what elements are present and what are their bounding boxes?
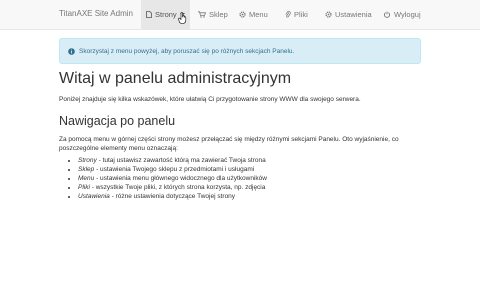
nav-item-wyloguj[interactable]: Wyloguj: [384, 0, 421, 29]
menu-explanation-list: Strony - tutaj ustawisz zawartość którą …: [59, 156, 267, 201]
list-item: Ustawienia - różne ustawienia dotyczące …: [78, 192, 267, 201]
gear-icon: [239, 11, 246, 18]
section-paragraph: Za pomocą menu w górnej części strony mo…: [59, 136, 399, 152]
nav-item-label: Sklep: [209, 10, 228, 19]
list-item-desc: - ustawienia menu głównego widocznego dl…: [94, 175, 267, 182]
settings-icon: [325, 11, 332, 18]
nav-item-ustawienia[interactable]: Ustawienia: [325, 0, 372, 29]
list-item: Strony - tutaj ustawisz zawartość którą …: [78, 156, 267, 165]
list-item-desc: - wszystkie Twoje pliki, z których stron…: [89, 184, 266, 191]
info-alert: Skorzystaj z menu powyżej, aby poruszać …: [59, 38, 421, 64]
list-item-term: Pliki: [78, 184, 90, 191]
nav-item-menu[interactable]: Menu: [239, 0, 268, 29]
list-item: Sklep - ustawienia Twojego sklepu z prze…: [78, 165, 267, 174]
nav-item-pliki[interactable]: Pliki: [285, 0, 308, 29]
list-item-term: Ustawienia: [78, 193, 110, 200]
info-icon: [68, 47, 75, 55]
cart-icon: [198, 11, 206, 18]
nav-item-sklep[interactable]: Sklep: [198, 0, 228, 29]
document-icon: [146, 11, 152, 18]
list-item: Menu - ustawienia menu głównego widoczne…: [78, 174, 267, 183]
section-heading: Nawigacja po panelu: [59, 114, 176, 128]
intro-text: Poniżej znajduje się kilka wskazówek, kt…: [59, 96, 361, 103]
nav-item-label: Ustawienia: [335, 10, 372, 19]
nav-item-label: Strony: [155, 10, 177, 19]
nav-item-label: Wyloguj: [394, 10, 421, 19]
list-item-desc: - tutaj ustawisz zawartość którą ma zawi…: [96, 157, 266, 164]
nav-item-label: Pliki: [294, 10, 308, 19]
nav-item-label: Menu: [249, 10, 268, 19]
paperclip-icon: [285, 10, 291, 17]
list-item-desc: - ustawienia Twojego sklepu z przedmiota…: [94, 166, 255, 173]
list-item-desc: - różne ustawienia dotyczące Twojej stro…: [109, 193, 236, 200]
mouse-pointer-icon: [178, 12, 187, 24]
alert-text: Skorzystaj z menu powyżej, aby poruszać …: [79, 47, 295, 55]
list-item-term: Sklep: [78, 166, 95, 173]
logout-icon: [384, 11, 391, 18]
brand-link[interactable]: TitanAXE Site Admin: [59, 9, 133, 18]
list-item: Pliki - wszystkie Twoje pliki, z których…: [78, 183, 267, 192]
list-item-term: Strony: [78, 157, 97, 164]
list-item-term: Menu: [78, 175, 95, 182]
page-title: Witaj w panelu administracyjnym: [59, 70, 292, 87]
top-navbar: TitanAXE Site Admin Strony Sklep Menu Pl…: [0, 0, 480, 30]
